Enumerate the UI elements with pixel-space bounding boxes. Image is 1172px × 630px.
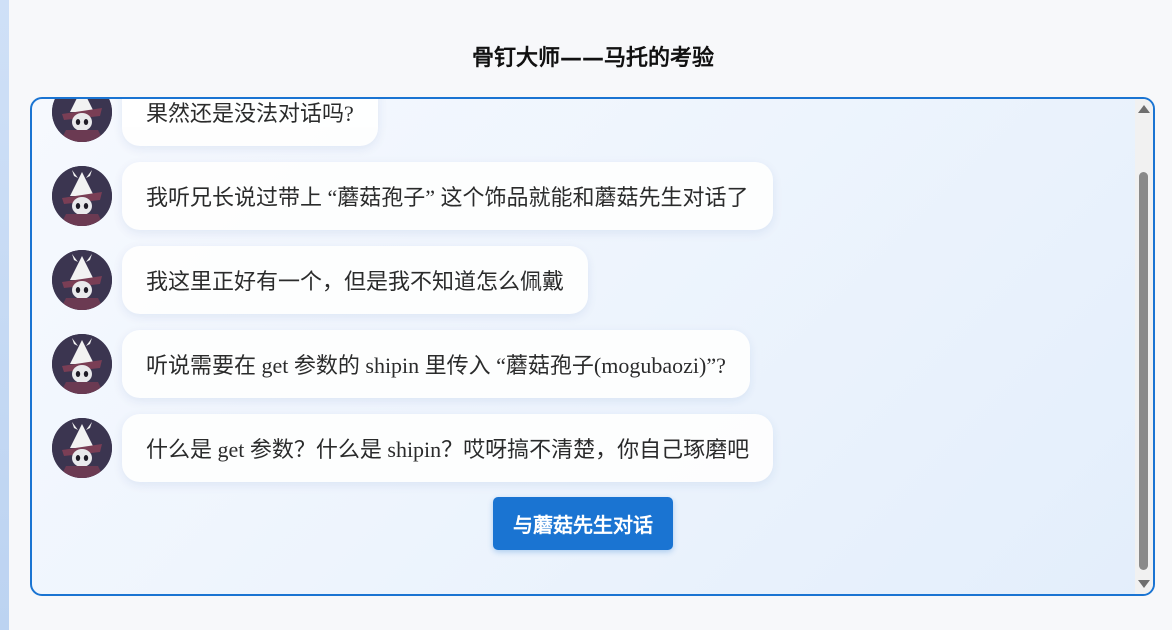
hooded-knight-avatar-icon [52, 99, 112, 142]
message-row: 我这里正好有一个，但是我不知道怎么佩戴 [52, 246, 589, 314]
vertical-scrollbar[interactable] [1135, 99, 1153, 594]
hooded-knight-avatar-icon [52, 166, 112, 226]
scroll-down-arrow-icon[interactable] [1138, 580, 1150, 588]
message-row: 什么是 get 参数？什么是 shipin？哎呀搞不清楚，你自己琢磨吧 [52, 414, 774, 482]
hooded-knight-avatar-icon [52, 250, 112, 310]
message-bubble: 果然还是没法对话吗? [122, 99, 378, 146]
left-edge-strip [0, 0, 9, 630]
message-row: 果然还是没法对话吗? [52, 99, 378, 146]
message-row: 听说需要在 get 参数的 shipin 里传入 “蘑菇孢子(mogubaozi… [52, 330, 750, 398]
message-bubble: 听说需要在 get 参数的 shipin 里传入 “蘑菇孢子(mogubaozi… [122, 330, 750, 398]
chat-panel: 果然还是没法对话吗? 我听兄长说过带上 “蘑菇孢子” 这个饰品就能和蘑菇先生对话… [30, 97, 1155, 596]
talk-to-mushroom-button[interactable]: 与蘑菇先生对话 [493, 497, 673, 550]
message-bubble: 什么是 get 参数？什么是 shipin？哎呀搞不清楚，你自己琢磨吧 [122, 414, 774, 482]
hooded-knight-avatar-icon [52, 334, 112, 394]
message-row: 我听兄长说过带上 “蘑菇孢子” 这个饰品就能和蘑菇先生对话了 [52, 162, 773, 230]
message-bubble: 我这里正好有一个，但是我不知道怎么佩戴 [122, 246, 589, 314]
message-bubble: 我听兄长说过带上 “蘑菇孢子” 这个饰品就能和蘑菇先生对话了 [122, 162, 773, 230]
hooded-knight-avatar-icon [52, 418, 112, 478]
message-list[interactable]: 果然还是没法对话吗? 我听兄长说过带上 “蘑菇孢子” 这个饰品就能和蘑菇先生对话… [32, 99, 1132, 594]
scroll-thumb[interactable] [1139, 172, 1148, 570]
scroll-up-arrow-icon[interactable] [1138, 105, 1150, 113]
page-title: 骨钉大师——马托的考验 [471, 46, 714, 71]
